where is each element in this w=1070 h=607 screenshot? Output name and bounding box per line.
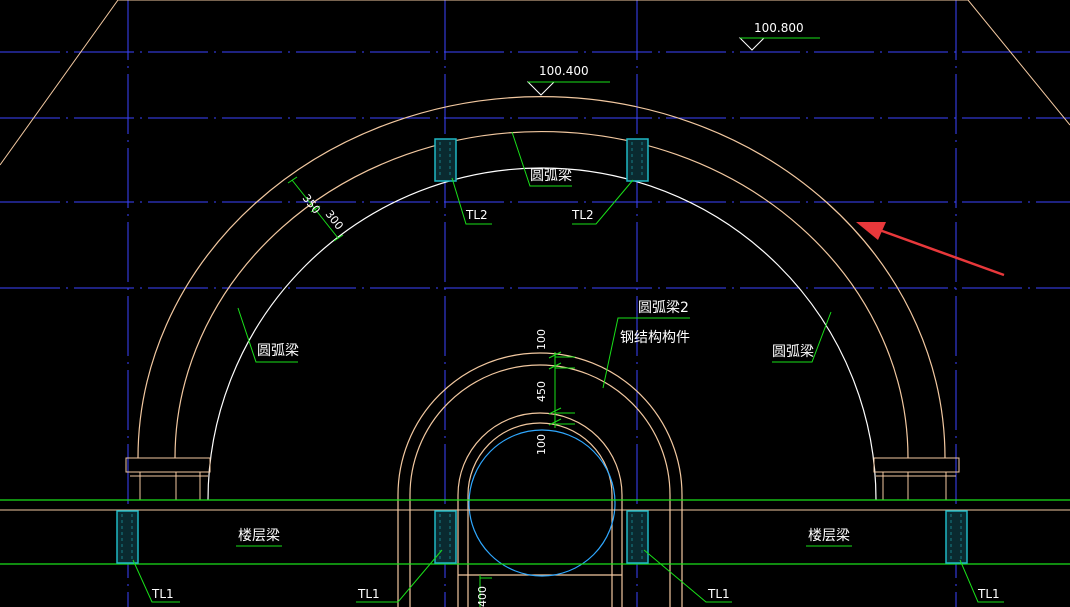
column-tl1-3: [626, 510, 649, 564]
leader-arc-beam-2: [602, 317, 690, 389]
arch-base-right: [873, 457, 960, 500]
label-tl1-b: TL1: [357, 587, 380, 601]
lower-dimension: 400: [476, 575, 492, 607]
arch-base-left: [125, 457, 211, 500]
label-arc-beam-2: 圆弧梁2: [638, 300, 689, 316]
elevation-text-top-center: 100.400: [539, 64, 589, 78]
label-tl1-a: TL1: [151, 587, 174, 601]
elevation-marker-top-right: 100.800: [738, 21, 820, 51]
column-tl1-1: [116, 510, 139, 564]
dim-350: 350: [300, 192, 323, 217]
label-tl1-c: TL1: [707, 587, 730, 601]
cad-drawing-canvas: 100.800 100.400 350 300 100 450 100 400: [0, 0, 1070, 607]
elevation-marker-top-center: 100.400: [526, 64, 610, 96]
floor-beam-band: [0, 499, 1070, 565]
red-pointer-arrow: [856, 222, 1005, 277]
label-floor-beam-left: 楼层梁: [238, 528, 280, 544]
label-arc-beam-right: 圆弧梁: [772, 344, 814, 360]
dim-400: 400: [476, 586, 489, 607]
axis-grid: [0, 0, 1070, 607]
label-tl2-right: TL2: [571, 208, 594, 222]
label-floor-beam-right: 楼层梁: [808, 528, 850, 544]
label-arc-beam-top: 圆弧梁: [530, 168, 572, 184]
column-hatching: [121, 142, 962, 560]
column-tl2-right: [626, 138, 649, 182]
label-tl2-left: TL2: [465, 208, 488, 222]
label-tl1-d: TL1: [977, 587, 1000, 601]
dim-100-top: 100: [535, 329, 548, 350]
arch-outer-arc: [137, 96, 946, 459]
elevation-text-top-right: 100.800: [754, 21, 804, 35]
dim-100-bottom: 100: [535, 434, 548, 455]
column-tl1-4: [945, 510, 968, 564]
label-arc-beam-left: 圆弧梁: [257, 343, 299, 359]
dim-300: 300: [323, 208, 346, 233]
column-tl2-left: [434, 138, 457, 182]
dim-450: 450: [535, 381, 548, 402]
label-steel-member: 钢结构构件: [620, 330, 690, 346]
